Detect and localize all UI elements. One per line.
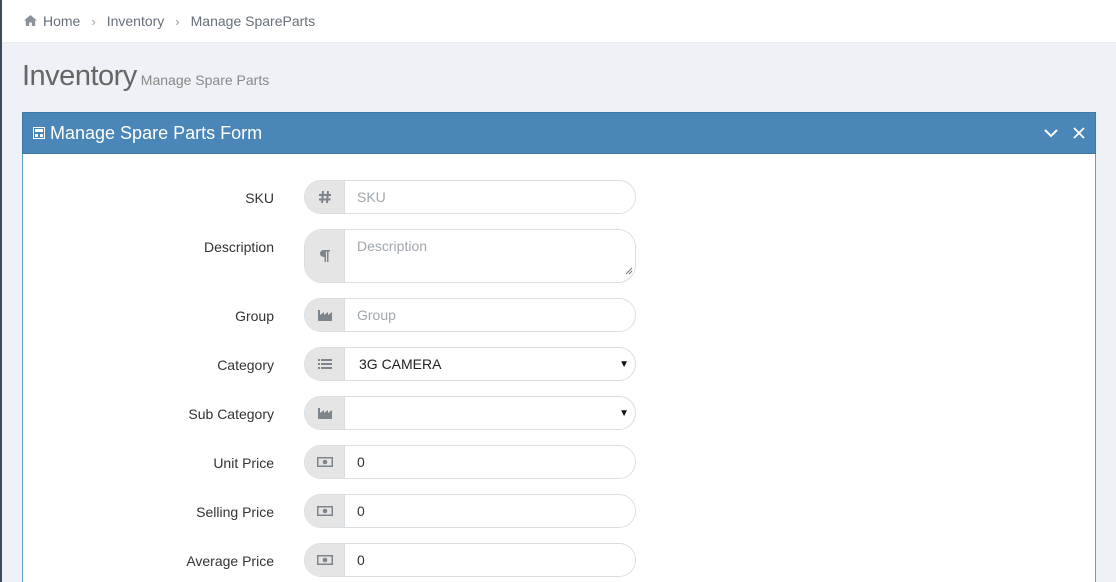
- page: Home › Inventory › Manage SpareParts Inv…: [0, 0, 1116, 582]
- description-input-group: [304, 229, 636, 283]
- collapse-icon[interactable]: [1043, 125, 1059, 141]
- close-icon[interactable]: [1071, 125, 1087, 141]
- breadcrumb-home[interactable]: Home: [43, 13, 80, 29]
- chevron-right-icon: ›: [91, 13, 96, 29]
- average-price-input[interactable]: [345, 544, 635, 576]
- group-input-group: [304, 298, 636, 332]
- category-label: Category: [217, 357, 274, 373]
- description-input[interactable]: [345, 230, 635, 282]
- unit-price-label: Unit Price: [213, 455, 274, 471]
- category-input-group: 3G CAMERA ▼: [304, 347, 636, 381]
- group-label: Group: [235, 308, 274, 324]
- sku-label: SKU: [245, 190, 274, 206]
- industry-icon: [305, 397, 345, 429]
- selling-price-label: Selling Price: [196, 504, 274, 520]
- sub-category-select[interactable]: ▼: [345, 397, 635, 429]
- money-icon: [305, 446, 345, 478]
- group-input[interactable]: [345, 299, 635, 331]
- money-icon: [305, 495, 345, 527]
- hash-icon: [305, 181, 345, 213]
- breadcrumb-inventory[interactable]: Inventory: [107, 13, 165, 29]
- selling-price-input-group: [304, 494, 636, 528]
- category-select[interactable]: 3G CAMERA ▼: [345, 348, 635, 380]
- resize-handle-icon[interactable]: [625, 262, 633, 280]
- breadcrumb-current: Manage SpareParts: [190, 13, 316, 29]
- sub-category-label: Sub Category: [188, 406, 274, 422]
- breadcrumb: Home › Inventory › Manage SpareParts: [2, 0, 1116, 43]
- sidebar-edge: [0, 0, 2, 582]
- form-icon: [33, 127, 45, 139]
- unit-price-input-group: [304, 445, 636, 479]
- sub-category-input-group: ▼: [304, 396, 636, 430]
- sku-input[interactable]: [345, 181, 635, 213]
- page-title-text: Inventory: [22, 60, 137, 92]
- page-title: Inventory Manage Spare Parts: [22, 60, 269, 93]
- portlet-header: Manage Spare Parts Form: [22, 112, 1096, 154]
- description-label: Description: [203, 239, 274, 255]
- page-subtitle: Manage Spare Parts: [140, 72, 270, 88]
- money-icon: [305, 544, 345, 576]
- portlet-tools: [1043, 125, 1095, 141]
- home-icon: [24, 13, 37, 29]
- caret-down-icon: ▼: [619, 407, 629, 419]
- paragraph-icon: [305, 230, 345, 282]
- caret-down-icon: ▼: [619, 358, 629, 370]
- list-icon: [305, 348, 345, 380]
- form-portlet: Manage Spare Parts Form SKU Description: [22, 112, 1096, 582]
- selling-price-input[interactable]: [345, 495, 635, 527]
- industry-icon: [305, 299, 345, 331]
- average-price-input-group: [304, 543, 636, 577]
- average-price-label: Average Price: [186, 553, 274, 569]
- unit-price-input[interactable]: [345, 446, 635, 478]
- category-selected-value: 3G CAMERA: [359, 356, 442, 372]
- sku-input-group: [304, 180, 636, 214]
- chevron-right-icon: ›: [175, 13, 180, 29]
- portlet-title: Manage Spare Parts Form: [50, 122, 263, 143]
